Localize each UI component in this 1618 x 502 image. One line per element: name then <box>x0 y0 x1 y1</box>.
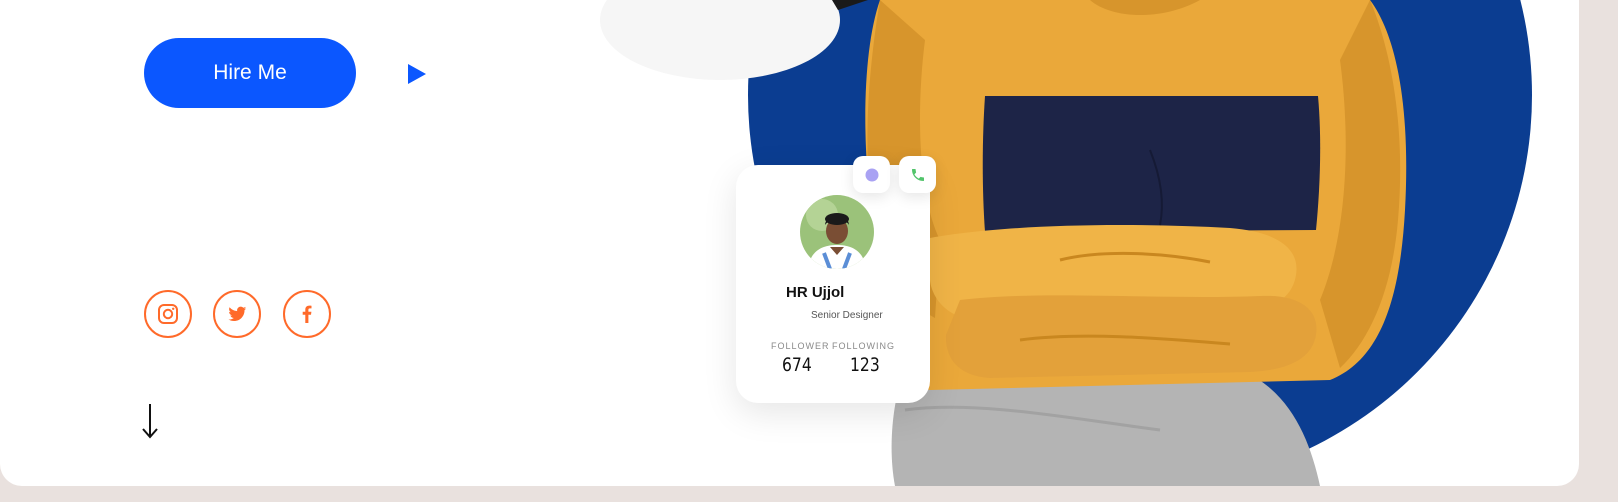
avatar <box>800 195 874 269</box>
profile-name: HR Ujjol <box>786 284 845 301</box>
instagram-icon[interactable] <box>144 290 192 338</box>
hire-me-button[interactable]: Hire Me <box>144 38 356 108</box>
follower-label: FOLLOWER <box>771 341 830 351</box>
follower-count: 674 <box>782 354 812 376</box>
twitter-icon[interactable] <box>213 290 261 338</box>
arrow-down-icon[interactable] <box>138 402 162 442</box>
phone-icon[interactable] <box>899 156 936 193</box>
following-count: 123 <box>850 354 880 376</box>
hero-section: Hire Me HR Ujjol Senior Designer FOLLOWE… <box>0 0 1579 486</box>
profile-role: Senior Designer <box>811 310 883 321</box>
following-label: FOLLOWING <box>832 341 896 351</box>
facebook-icon[interactable] <box>283 290 331 338</box>
chat-dot-icon[interactable] <box>853 156 890 193</box>
play-icon[interactable] <box>405 62 429 86</box>
